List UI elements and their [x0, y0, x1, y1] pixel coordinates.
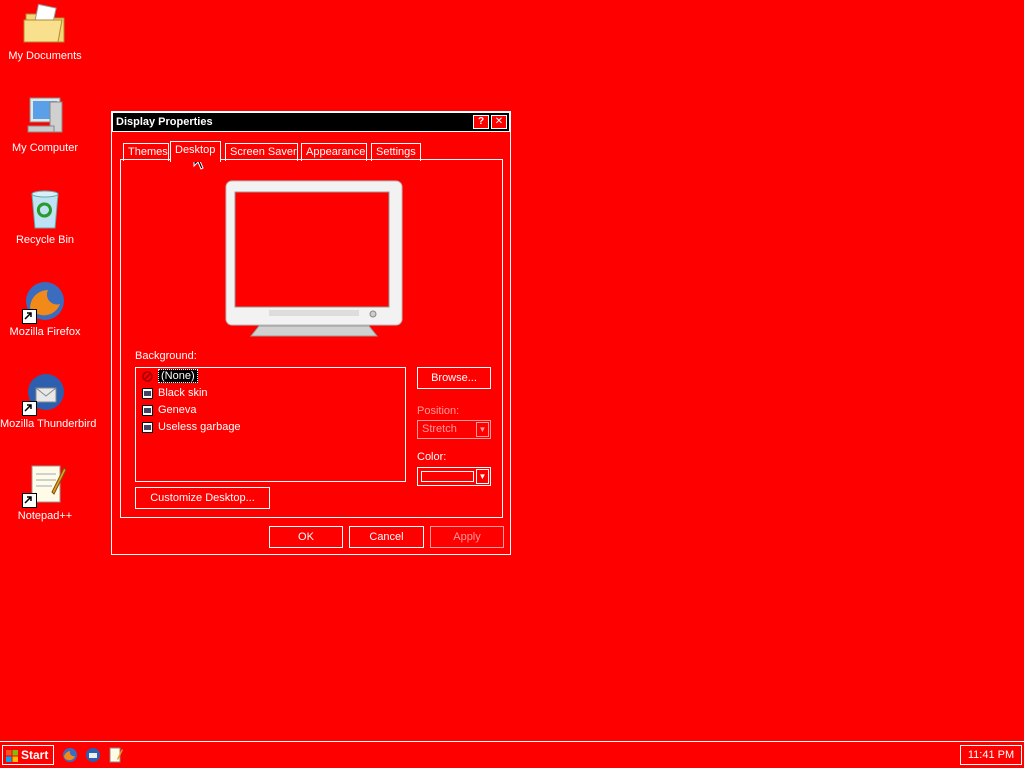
- list-item-none[interactable]: (None): [136, 368, 405, 385]
- firefox-icon: [22, 278, 68, 324]
- chevron-down-icon: ▼: [476, 469, 489, 484]
- list-item-useless-garbage[interactable]: Useless garbage: [136, 419, 405, 436]
- desktop-icon-recycle-bin[interactable]: Recycle Bin: [0, 186, 90, 247]
- computer-icon: [22, 94, 68, 140]
- desktop-icon-label: Mozilla Thunderbird: [0, 418, 97, 430]
- taskbar: Start 11:41 PM: [0, 741, 1024, 768]
- start-label: Start: [21, 748, 49, 762]
- ok-button[interactable]: OK: [269, 526, 343, 548]
- desktop-icon-label: My Documents: [8, 50, 82, 62]
- background-listbox[interactable]: (None) Black skin Geneva Useless garbage: [135, 367, 406, 482]
- system-tray-clock[interactable]: 11:41 PM: [960, 745, 1022, 765]
- image-file-icon: [142, 388, 153, 399]
- folder-documents-icon: [22, 2, 68, 48]
- display-properties-dialog: Display Properties ? ✕ Themes Desktop Sc…: [111, 111, 511, 555]
- position-value: Stretch: [422, 423, 457, 435]
- customize-desktop-button[interactable]: Customize Desktop...: [135, 487, 270, 509]
- image-file-icon: [142, 405, 153, 416]
- notepad-plus-plus-icon: [22, 462, 68, 508]
- desktop-icon-my-documents[interactable]: My Documents: [0, 2, 90, 63]
- dialog-titlebar[interactable]: Display Properties ? ✕: [112, 112, 510, 132]
- shortcut-arrow-icon: [22, 309, 37, 324]
- shortcut-arrow-icon: [22, 401, 37, 416]
- chevron-down-icon: ▼: [476, 422, 489, 437]
- desktop-icon-mozilla-thunderbird[interactable]: Mozilla Thunderbird: [0, 370, 97, 431]
- list-item-label: Geneva: [158, 404, 197, 416]
- desktop-icon-label: My Computer: [11, 142, 79, 154]
- list-item-geneva[interactable]: Geneva: [136, 402, 405, 419]
- help-button[interactable]: ?: [473, 115, 489, 129]
- windows-flag-icon: [6, 749, 18, 762]
- background-label: Background:: [135, 350, 197, 362]
- cancel-button[interactable]: Cancel: [349, 526, 424, 548]
- dialog-title: Display Properties: [116, 116, 213, 128]
- image-file-icon: [142, 422, 153, 433]
- list-item-label: Useless garbage: [158, 421, 241, 433]
- color-swatch: [421, 471, 474, 482]
- position-select[interactable]: Stretch ▼: [417, 420, 491, 439]
- desktop-icon-label: Mozilla Firefox: [9, 326, 81, 338]
- list-item-label: Black skin: [158, 387, 208, 399]
- quicklaunch-notepad-plus-plus-icon[interactable]: [107, 747, 123, 763]
- start-button[interactable]: Start: [2, 745, 54, 765]
- list-item-label: (None): [158, 369, 198, 383]
- shortcut-arrow-icon: [22, 493, 37, 508]
- quicklaunch-thunderbird-icon[interactable]: [85, 747, 101, 763]
- desktop-icon-label: Notepad++: [17, 510, 73, 522]
- position-label: Position:: [417, 405, 460, 417]
- quicklaunch-firefox-icon[interactable]: [62, 747, 78, 763]
- apply-button[interactable]: Apply: [430, 526, 504, 548]
- monitor-preview: [225, 180, 403, 340]
- browse-button[interactable]: Browse...: [417, 367, 491, 389]
- close-button[interactable]: ✕: [491, 115, 507, 129]
- list-item-black-skin[interactable]: Black skin: [136, 385, 405, 402]
- desktop-icon-mozilla-firefox[interactable]: Mozilla Firefox: [0, 278, 90, 339]
- thunderbird-icon: [22, 370, 68, 416]
- color-label: Color:: [417, 451, 447, 463]
- desktop-icon-my-computer[interactable]: My Computer: [0, 94, 90, 155]
- desktop-icon-label: Recycle Bin: [15, 234, 75, 246]
- desktop-tab-panel: Background: (None) Black skin Geneva Use…: [120, 159, 503, 518]
- none-icon: [142, 371, 153, 382]
- recycle-bin-icon: [22, 186, 68, 232]
- desktop-icon-notepad-plus-plus[interactable]: Notepad++: [0, 462, 90, 523]
- color-picker[interactable]: ▼: [417, 467, 491, 486]
- tab-desktop[interactable]: Desktop: [170, 141, 221, 162]
